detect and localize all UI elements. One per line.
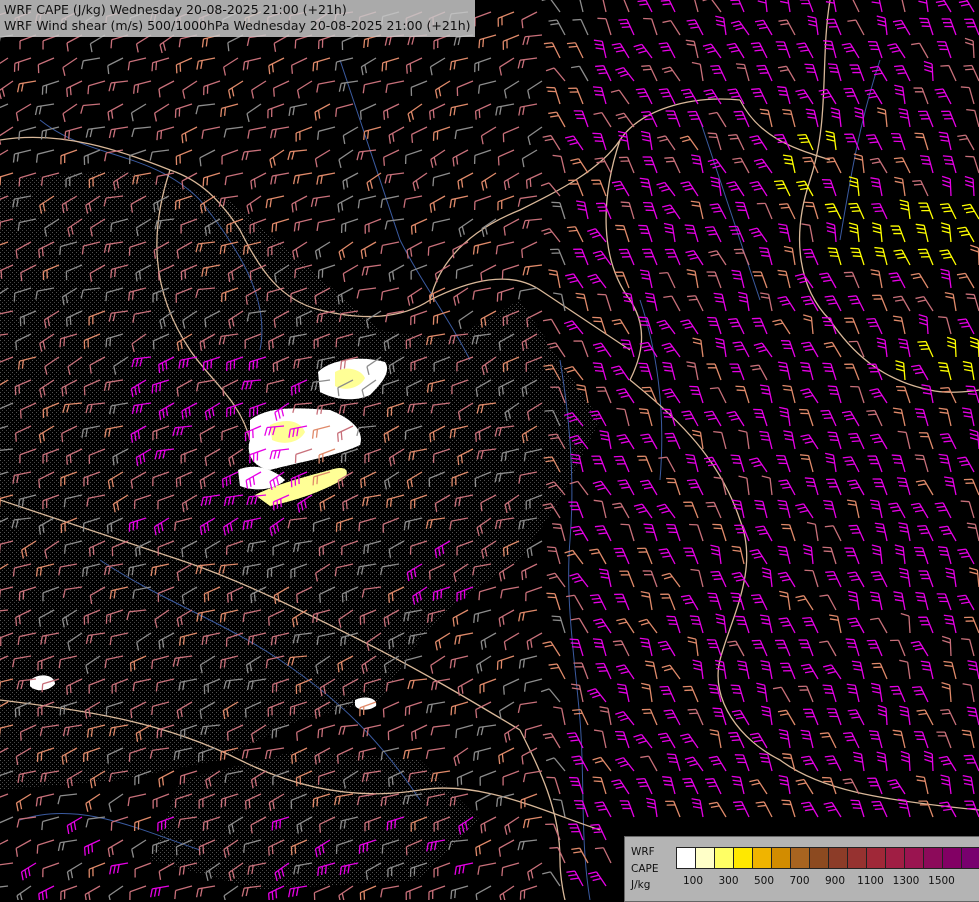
legend-swatch — [828, 847, 848, 869]
legend-color-scale — [676, 847, 979, 867]
legend-swatch — [771, 847, 791, 869]
legend-swatch — [923, 847, 943, 869]
map-title: WRF CAPE (J/kg) Wednesday 20-08-2025 21:… — [0, 0, 475, 37]
legend-tick: 500 — [754, 875, 774, 887]
legend-swatch — [942, 847, 962, 869]
legend-tick: 900 — [825, 875, 845, 887]
legend-label-cape: CAPE — [631, 863, 658, 875]
legend-swatch — [904, 847, 924, 869]
legend-swatch — [866, 847, 886, 869]
legend-swatch — [885, 847, 905, 869]
title-line-cape: WRF CAPE (J/kg) Wednesday 20-08-2025 21:… — [4, 2, 471, 18]
legend-tick: 300 — [718, 875, 738, 887]
legend-swatch — [847, 847, 867, 869]
legend-tick: 1500 — [928, 875, 955, 887]
legend-tick: 1300 — [893, 875, 920, 887]
legend-tick: 700 — [789, 875, 809, 887]
legend-label-unit: J/kg — [631, 879, 650, 891]
legend-swatch — [676, 847, 696, 869]
legend-swatch — [752, 847, 772, 869]
cape-legend: WRF CAPE J/kg 100 300 500 700 900 1100 1300 150… — [624, 836, 979, 902]
legend-tick-labels: 100 300 500 700 900 1100 1300 1500 — [676, 875, 976, 889]
legend-label-wrf: WRF — [631, 846, 655, 858]
legend-swatch — [714, 847, 734, 869]
legend-swatch — [809, 847, 829, 869]
legend-swatch — [695, 847, 715, 869]
legend-swatch — [733, 847, 753, 869]
legend-tick: 100 — [683, 875, 703, 887]
legend-tick: 1100 — [857, 875, 884, 887]
title-line-shear: WRF Wind shear (m/s) 500/1000hPa Wednesd… — [4, 18, 471, 34]
weather-map — [0, 0, 979, 900]
legend-swatch — [790, 847, 810, 869]
legend-swatch — [961, 847, 979, 869]
